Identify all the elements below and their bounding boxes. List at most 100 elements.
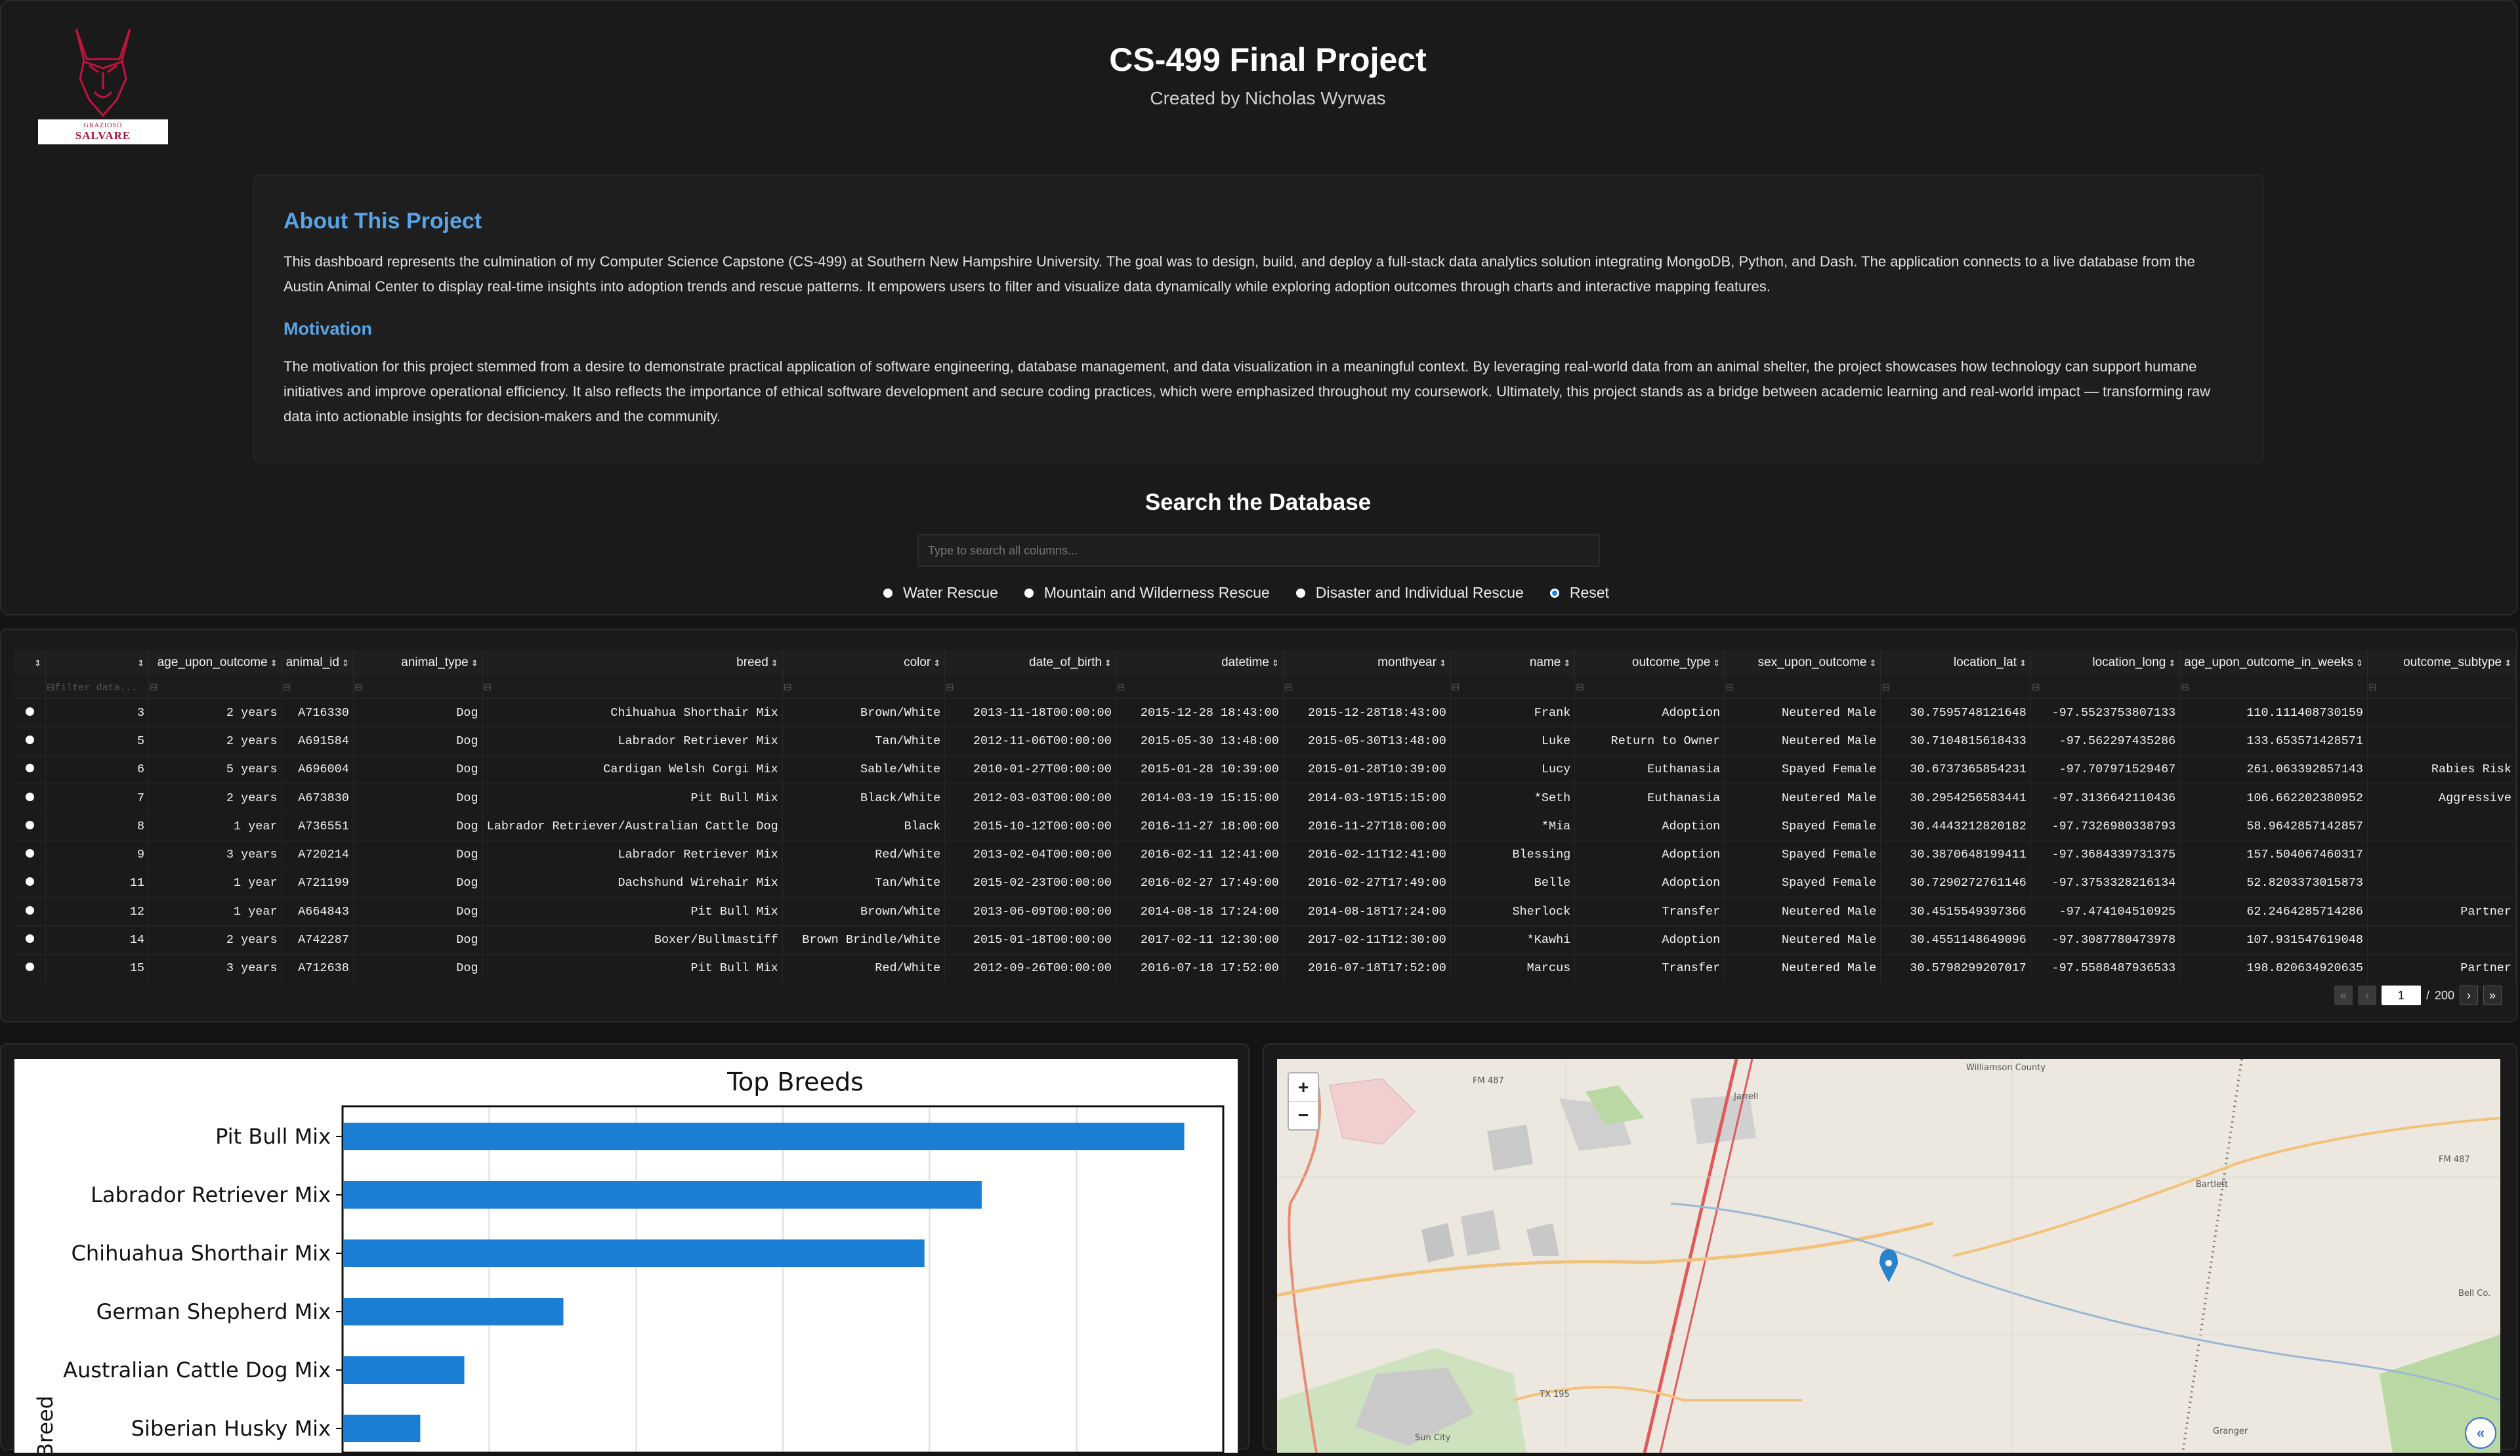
radio-dot[interactable] (25, 877, 34, 886)
radio-dot[interactable] (25, 963, 34, 972)
radio-dot[interactable] (25, 707, 34, 716)
zoom-out-button[interactable]: − (1289, 1101, 1318, 1129)
filter-input[interactable]: ⊟ (282, 676, 354, 699)
radio-mountain-rescue[interactable]: Mountain and Wilderness Rescue (1024, 584, 1270, 602)
radio-dot[interactable] (25, 849, 34, 858)
sort-icon[interactable]: ⇕ (34, 658, 41, 668)
radio-dot[interactable] (25, 820, 34, 829)
row-select-radio[interactable] (14, 925, 46, 955)
filter-input[interactable]: ⊟ (944, 676, 1116, 699)
prev-page-button[interactable]: ‹ (2357, 986, 2376, 1005)
sort-icon[interactable]: ⇕ (933, 658, 940, 668)
row-select-radio[interactable] (14, 868, 46, 898)
row-select-radio[interactable] (14, 726, 46, 756)
column-header[interactable]: animal_type ⇕ (353, 650, 483, 676)
column-header[interactable]: breed ⇕ (482, 650, 783, 676)
column-header[interactable]: sex_upon_outcome ⇕ (1724, 650, 1881, 676)
table-row[interactable]: 93 years A720214 Dog Labrador Retriever Mix… (14, 840, 2517, 869)
location-map[interactable]: + − FM 487 Jarrell Williamson County Bar… (1277, 1059, 2500, 1453)
sort-icon[interactable]: ⇕ (1869, 658, 1876, 668)
row-select-radio[interactable] (14, 755, 46, 784)
radio-dot[interactable] (25, 905, 34, 915)
row-select-radio[interactable] (14, 840, 46, 869)
zoom-in-button[interactable]: + (1289, 1073, 1318, 1101)
sort-icon[interactable]: ⇕ (2356, 658, 2363, 668)
sort-icon[interactable]: ⇕ (137, 658, 144, 668)
column-header[interactable]: age_upon_outcome_in_weeks ⇕ (2179, 650, 2368, 676)
sort-icon[interactable]: ⇕ (471, 658, 478, 668)
table-row[interactable]: 52 years A691584 Dog Labrador Retriever Mix… (14, 726, 2517, 756)
radio-dot[interactable] (1024, 588, 1034, 598)
column-header[interactable]: location_lat ⇕ (1880, 650, 2031, 676)
table-cell: Neutered Male (1724, 726, 1881, 756)
next-page-button[interactable]: › (2460, 986, 2478, 1005)
sort-icon[interactable]: ⇕ (1272, 658, 1279, 668)
row-select-radio[interactable] (14, 953, 46, 982)
filter-input[interactable]: ⊟ (782, 676, 946, 699)
filter-input[interactable]: ⊟ (148, 676, 282, 699)
table-row[interactable]: 12 1 year A664843 Dog Pit Bull Mix Brown/Whit… (14, 897, 2517, 926)
radio-dot[interactable] (883, 588, 892, 598)
column-header[interactable]: age_upon_outcome ⇕ (148, 650, 282, 676)
sort-icon[interactable]: ⇕ (1563, 658, 1570, 668)
filter-input[interactable]: ⊟ (2179, 676, 2368, 699)
page-number-input[interactable] (2381, 986, 2421, 1005)
last-page-button[interactable]: » (2483, 986, 2502, 1005)
sort-icon[interactable]: ⇕ (1713, 658, 1720, 668)
filter-input[interactable]: ⊟ (482, 676, 783, 699)
table-row[interactable]: 15 3 years A712638 Dog Pit Bull Mix Red/White… (14, 953, 2517, 982)
column-header[interactable]: color ⇕ (782, 650, 946, 676)
radio-water-rescue[interactable]: Water Rescue (883, 584, 998, 602)
row-select-radio[interactable] (14, 812, 46, 841)
sort-icon[interactable]: ⇕ (2168, 658, 2175, 668)
column-header[interactable]: outcome_subtype ⇕ (2367, 650, 2517, 676)
filter-input[interactable]: ⊟ (2367, 676, 2517, 699)
row-select-radio[interactable] (14, 897, 46, 926)
filter-input[interactable]: ⊟filter data... (45, 676, 150, 699)
filter-input[interactable]: ⊟ (1116, 676, 1284, 699)
table-cell: 30.7104815618433 (1880, 726, 2031, 756)
column-header[interactable]: monthyear ⇕ (1283, 650, 1451, 676)
row-select-radio[interactable] (14, 697, 46, 727)
table-row[interactable]: 32 years A716330 Dog Chihuahua Shorthair Mi… (14, 697, 2517, 727)
chart-tick-label: Siberian Husky Mix (131, 1416, 331, 1441)
sort-icon[interactable]: ⇕ (270, 658, 278, 668)
sort-icon[interactable]: ⇕ (771, 658, 778, 668)
radio-reset[interactable]: Reset (1549, 584, 1609, 602)
filter-input[interactable]: ⊟ (1880, 676, 2031, 699)
column-header[interactable]: location_long ⇕ (2030, 650, 2181, 676)
radio-dot[interactable] (25, 735, 34, 744)
column-header[interactable]: datetime ⇕ (1116, 650, 1284, 676)
filter-input[interactable]: ⊟ (1283, 676, 1451, 699)
column-header[interactable]: date_of_birth ⇕ (944, 650, 1116, 676)
filter-input[interactable]: ⊟ (1574, 676, 1725, 699)
search-input[interactable] (917, 534, 1600, 567)
table-row[interactable]: 81 year A736551 Dog Labrador Retriever/Aust… (14, 812, 2517, 841)
filter-input[interactable]: ⊟ (1450, 676, 1576, 699)
first-page-button[interactable]: « (2334, 986, 2353, 1005)
radio-dot[interactable] (25, 792, 34, 801)
filter-input[interactable]: ⊟ (353, 676, 483, 699)
column-header[interactable]: outcome_type ⇕ (1574, 650, 1725, 676)
radio-dot[interactable] (25, 934, 34, 944)
radio-dot[interactable] (1295, 588, 1305, 598)
table-row[interactable]: 14 2 years A742287 Dog Boxer/Bullmastiff Brow… (14, 925, 2517, 955)
row-select-radio[interactable] (14, 783, 46, 812)
table-row[interactable]: 11 1 year A721199 Dog Dachshund Wirehair Mix… (14, 868, 2517, 898)
sort-icon[interactable]: ⇕ (2019, 658, 2026, 668)
radio-dot-selected[interactable] (1549, 588, 1559, 598)
table-row[interactable]: 72 years A673830 Dog Pit Bull Mix Black/Whit… (14, 783, 2517, 812)
filter-input[interactable]: ⊟ (2030, 676, 2181, 699)
column-header[interactable]: ⇕ (45, 650, 150, 676)
table-row[interactable]: 65 years A696004 Dog Cardigan Welsh Corgi M… (14, 755, 2517, 784)
sort-icon[interactable]: ⇕ (1439, 658, 1446, 668)
column-header[interactable]: name ⇕ (1450, 650, 1576, 676)
sort-icon[interactable]: ⇕ (2504, 658, 2511, 668)
filter-input[interactable]: ⊟ (1724, 676, 1881, 699)
collapse-icon[interactable]: « (2465, 1417, 2496, 1449)
sort-icon[interactable]: ⇕ (342, 658, 349, 668)
radio-disaster-rescue[interactable]: Disaster and Individual Rescue (1295, 584, 1524, 602)
column-header[interactable]: animal_id ⇕ (282, 650, 354, 676)
sort-icon[interactable]: ⇕ (1104, 658, 1112, 668)
radio-dot[interactable] (25, 764, 34, 773)
